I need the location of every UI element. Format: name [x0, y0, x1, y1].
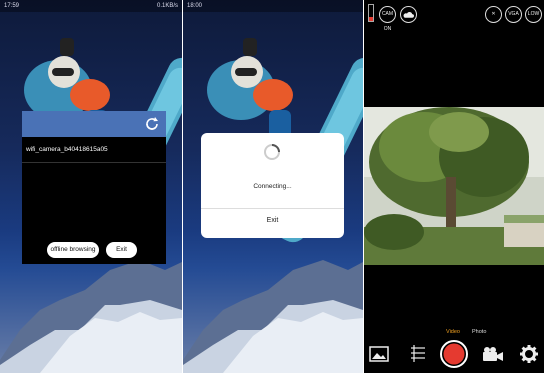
exit-button[interactable]: Exit: [106, 242, 137, 258]
cloud-icon[interactable]: [400, 6, 417, 23]
status-bar: 18:00: [183, 0, 363, 12]
wifi-select-dialog: wifi_camera_b40418615a05 offline browsin…: [22, 111, 166, 264]
status-network-speed: 0.1KB/s: [156, 3, 178, 9]
camera-preview-image: [364, 107, 544, 265]
gear-icon[interactable]: [520, 345, 538, 363]
dialog-header: [22, 111, 166, 137]
status-time: 18:00: [187, 3, 203, 9]
bitrate-button[interactable]: LOW: [525, 6, 542, 23]
divider: [201, 208, 344, 209]
settings-list-icon[interactable]: [410, 345, 426, 363]
gallery-icon[interactable]: [369, 346, 389, 362]
camera-status-icon[interactable]: CAM ON: [379, 6, 396, 32]
mute-icon[interactable]: ✕: [485, 6, 502, 23]
record-button[interactable]: [440, 340, 468, 368]
wifi-list-item[interactable]: wifi_camera_b40418615a05: [22, 137, 166, 163]
connecting-dialog: Connecting... Exit: [201, 133, 344, 238]
status-time: 17:59: [4, 3, 20, 9]
camera-bottom-bar: [364, 340, 544, 370]
connecting-text: Connecting...: [253, 183, 292, 190]
offline-browsing-button[interactable]: offline browsing: [47, 242, 99, 258]
resolution-button[interactable]: VGA: [505, 6, 522, 23]
tab-photo[interactable]: Photo: [472, 329, 486, 335]
video-camera-icon[interactable]: [482, 346, 504, 362]
phone-screen-wifi-list: 17:59 0.1KB/s wifi_camera_b40418615a05 o…: [0, 0, 182, 373]
loading-spinner-icon: [264, 144, 280, 160]
phone-screen-camera: CAM ON ✕ VGA LOW Video Photo: [364, 0, 544, 373]
camera-top-bar: CAM ON ✕ VGA LOW: [364, 0, 544, 32]
exit-button[interactable]: Exit: [201, 217, 344, 224]
status-bar: 17:59 0.1KB/s: [0, 0, 182, 12]
battery-icon: [368, 4, 374, 22]
tab-video[interactable]: Video: [446, 329, 460, 335]
phone-screen-connecting: 18:00 Connecting... Exit: [183, 0, 363, 373]
refresh-icon[interactable]: [144, 116, 160, 132]
